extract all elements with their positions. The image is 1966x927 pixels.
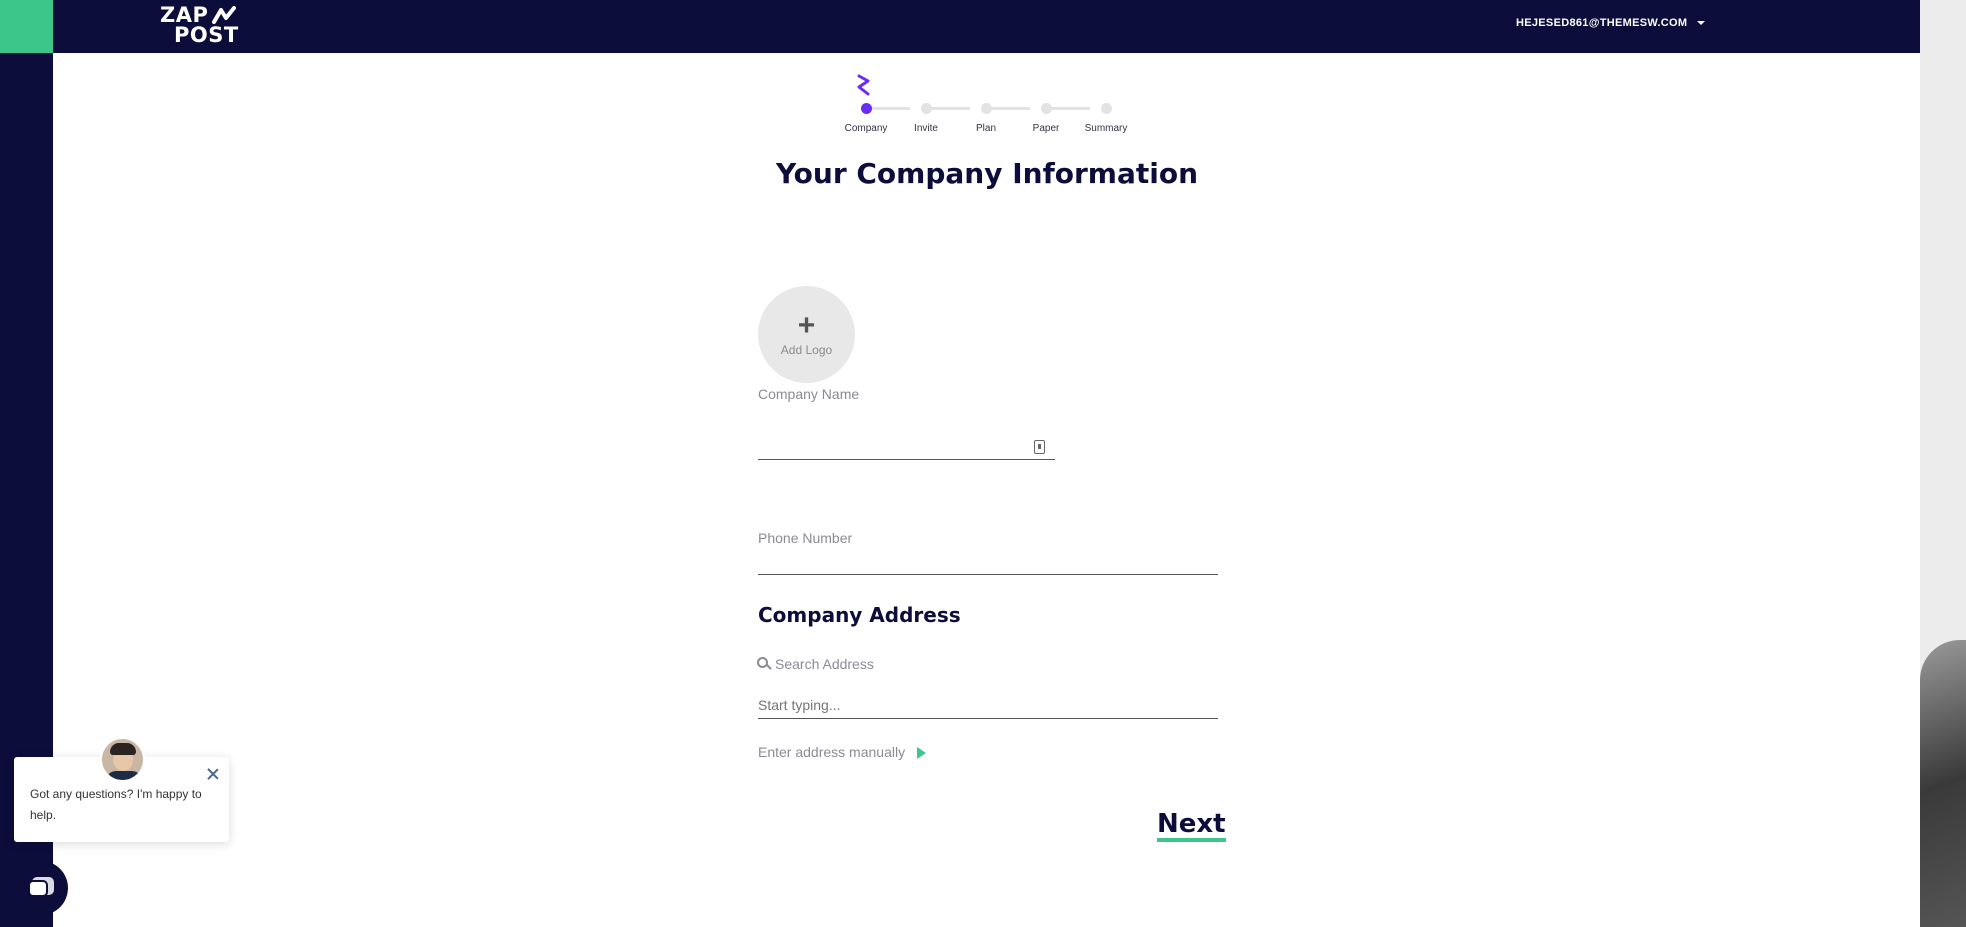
autofill-icon[interactable] bbox=[1034, 440, 1045, 454]
step-label-invite: Invite bbox=[914, 123, 938, 134]
chat-launcher-button[interactable] bbox=[14, 861, 68, 915]
step-dot-summary[interactable] bbox=[1101, 103, 1112, 114]
caret-down-icon bbox=[1697, 21, 1706, 25]
logo-zigzag-icon bbox=[212, 6, 237, 24]
search-address-label-row: Search Address bbox=[757, 656, 874, 672]
step-dot-company[interactable] bbox=[861, 103, 872, 114]
step-label-company: Company bbox=[844, 123, 888, 134]
next-button[interactable]: Next bbox=[1157, 810, 1226, 842]
support-agent-avatar bbox=[100, 737, 145, 782]
company-name-label: Company Name bbox=[758, 386, 860, 402]
step-dot-invite[interactable] bbox=[921, 103, 932, 114]
logo-text-line2: POST bbox=[174, 23, 239, 47]
enter-address-manually-label: Enter address manually bbox=[758, 744, 906, 760]
chat-greeting-message: Got any questions? I'm happy to help. bbox=[30, 787, 202, 822]
add-logo-button[interactable]: + Add Logo bbox=[758, 286, 855, 383]
top-navbar: ZAP POST HEJESED861@THEMESW.COM bbox=[53, 0, 1920, 53]
sidebar-brand-tile[interactable] bbox=[0, 0, 53, 53]
zappost-logo[interactable]: ZAP POST bbox=[160, 3, 239, 47]
page: ZAP POST HEJESED861@THEMESW.COM Company bbox=[0, 0, 1966, 927]
step-dot-plan[interactable] bbox=[981, 103, 992, 114]
chat-bubble-icon bbox=[28, 877, 54, 899]
background-photo bbox=[1920, 640, 1966, 927]
step-connector bbox=[987, 107, 1030, 110]
company-address-heading: Company Address bbox=[758, 603, 961, 627]
progress-stepper: Company Invite Plan Paper Summary bbox=[840, 72, 1140, 142]
step-label-plan: Plan bbox=[975, 123, 997, 134]
zappost-z-icon bbox=[857, 74, 870, 96]
step-label-summary: Summary bbox=[1084, 123, 1128, 134]
add-logo-label: Add Logo bbox=[780, 342, 833, 357]
step-label-paper: Paper bbox=[1032, 123, 1060, 134]
company-name-input[interactable] bbox=[758, 430, 1055, 460]
user-email: HEJESED861@THEMESW.COM bbox=[1516, 17, 1688, 29]
user-account-menu[interactable]: HEJESED861@THEMESW.COM bbox=[1516, 17, 1706, 29]
search-address-input[interactable] bbox=[758, 692, 1218, 719]
phone-number-label: Phone Number bbox=[758, 530, 853, 546]
search-icon bbox=[757, 657, 772, 671]
logo-text-line1: ZAP bbox=[160, 3, 209, 27]
search-address-label: Search Address bbox=[775, 656, 874, 672]
right-background-image bbox=[1920, 0, 1966, 927]
plus-icon: + bbox=[797, 308, 816, 342]
enter-address-manually-toggle[interactable]: Enter address manually bbox=[758, 744, 927, 760]
page-title: Your Company Information bbox=[775, 157, 1199, 190]
step-dot-paper[interactable] bbox=[1041, 103, 1052, 114]
play-arrow-icon bbox=[917, 747, 927, 759]
step-connector bbox=[1047, 107, 1090, 110]
phone-number-input[interactable] bbox=[758, 548, 1218, 575]
close-icon[interactable] bbox=[206, 767, 220, 781]
step-connector bbox=[927, 107, 970, 110]
step-connector bbox=[867, 107, 910, 110]
